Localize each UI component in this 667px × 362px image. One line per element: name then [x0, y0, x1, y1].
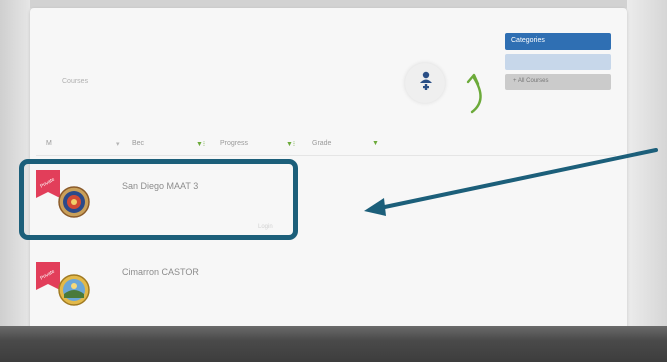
filter-col-1[interactable]: M [46, 140, 52, 147]
frame-top [0, 0, 667, 8]
county-seal-icon [58, 274, 90, 306]
filter-toggle-icon[interactable]: ▼⁝ [196, 140, 205, 148]
filter-bar: M ▾ Bec ▼⁝ Progress ▼⁝ Grade ▼ [36, 140, 616, 152]
secondary-button[interactable] [505, 54, 611, 70]
divider [36, 155, 616, 156]
add-course-button[interactable] [405, 63, 445, 103]
filter-toggle-icon-3[interactable]: ▼ [372, 140, 379, 147]
course-title[interactable]: Cimarron CASTOR [122, 267, 199, 277]
frame-right [627, 0, 667, 362]
filter-col-2[interactable]: Bec [132, 140, 144, 147]
filter-toggle-icon-2[interactable]: ▼⁝ [286, 140, 295, 148]
bottom-bar [0, 326, 667, 362]
filter-sort-icon: ▾ [116, 141, 120, 148]
highlight-box [19, 159, 298, 240]
all-courses-button[interactable]: + All Courses [505, 74, 611, 90]
filter-col-4[interactable]: Grade [312, 140, 331, 147]
categories-button[interactable]: Categories [505, 33, 611, 50]
green-arrow-icon [466, 73, 482, 114]
add-course-icon [420, 71, 432, 90]
page-subtitle: Courses [62, 78, 89, 85]
filter-col-3[interactable]: Progress [220, 140, 248, 147]
